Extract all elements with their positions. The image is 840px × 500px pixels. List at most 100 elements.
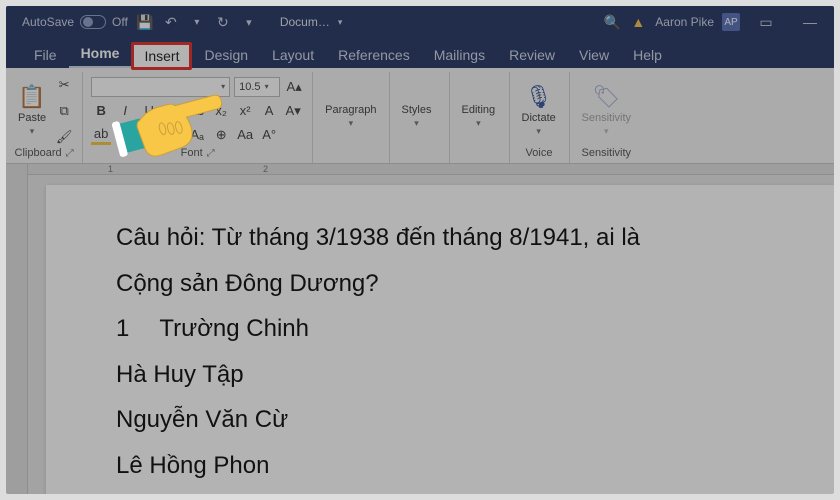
ruler-mark: 1 <box>108 164 113 174</box>
styles-button[interactable]: Styles ▾ <box>398 102 436 131</box>
document-area: 1 2 Câu hỏi: Từ tháng 3/1938 đến tháng 8… <box>6 164 834 494</box>
toggle-icon <box>80 15 106 29</box>
chevron-down-icon: ▾ <box>30 126 35 137</box>
ribbon-display-icon[interactable]: ▭ <box>748 14 784 31</box>
qat-customize-icon[interactable]: ▾ <box>240 16 258 29</box>
group-sensitivity: 🏷 Sensitivity ▾ Sensitivity <box>570 72 644 163</box>
paragraph-button[interactable]: Paragraph ▾ <box>321 102 380 131</box>
ribbon-tabs: File Home Insert Design Layout Reference… <box>6 38 834 68</box>
tab-references[interactable]: References <box>326 42 422 68</box>
paste-button[interactable]: 📋 Paste ▾ <box>14 82 50 139</box>
group-editing: Editing ▾ <box>450 72 510 163</box>
editing-label: Editing <box>462 104 496 116</box>
dialog-launcher-icon[interactable]: ⤢ <box>207 148 215 159</box>
doc-line: Nguyễn Văn Cừ <box>116 397 834 443</box>
font-size-combo[interactable]: 10.5 ▾ <box>234 77 280 97</box>
tab-layout[interactable]: Layout <box>260 42 326 68</box>
doc-line: Cộng sản Đông Dương? <box>116 261 834 307</box>
group-font: ▾ 10.5▾ A▴ B I U ▾ ab x₂ x² A A▾ <box>83 72 313 163</box>
document-name[interactable]: Docum… <box>280 15 330 29</box>
vertical-ruler[interactable] <box>6 164 28 494</box>
superscript-button[interactable]: x² <box>235 101 255 121</box>
dictate-button[interactable]: 🎙 Dictate ▾ <box>518 82 560 139</box>
tab-review[interactable]: Review <box>497 42 567 68</box>
avatar[interactable]: AP <box>722 13 740 31</box>
chevron-down-icon: ▾ <box>536 126 541 137</box>
editing-button[interactable]: Editing ▾ <box>458 102 500 131</box>
copy-icon[interactable]: ⧉ <box>54 101 74 121</box>
group-styles: Styles ▾ <box>390 72 450 163</box>
font-name-combo[interactable]: ▾ <box>91 77 230 97</box>
tag-icon: 🏷 <box>592 84 620 110</box>
paste-label: Paste <box>18 112 46 124</box>
ruler-mark: 2 <box>263 164 268 174</box>
page[interactable]: Câu hỏi: Từ tháng 3/1938 đến tháng 8/194… <box>46 185 834 494</box>
font-color-caret-icon[interactable]: ▾ <box>163 125 183 145</box>
decrease-font-icon[interactable]: A▾ <box>283 101 303 121</box>
search-icon[interactable]: 🔍 <box>603 14 621 31</box>
group-clipboard: 📋 Paste ▾ ✂ ⧉ 🖌 Clipboard ⤢ <box>6 72 83 163</box>
tab-design[interactable]: Design <box>192 42 260 68</box>
underline-button[interactable]: U <box>139 101 159 121</box>
voice-group-label: Voice <box>526 147 553 159</box>
underline-caret-icon[interactable]: ▾ <box>163 101 183 121</box>
doc-line: 1 Trường Chinh <box>116 306 834 352</box>
text-effects-icon[interactable]: A <box>259 101 279 121</box>
clipboard-icon: 📋 <box>18 84 45 110</box>
option-text: Trường Chinh <box>159 306 309 352</box>
minimize-icon[interactable]: — <box>792 14 828 30</box>
user-name[interactable]: Aaron Pike <box>655 15 714 29</box>
change-case-icon[interactable]: Aa <box>235 125 255 145</box>
tab-view[interactable]: View <box>567 42 621 68</box>
increase-font-icon[interactable]: A▴ <box>284 77 304 97</box>
subscript-button[interactable]: x₂ <box>211 101 231 121</box>
font-color-icon[interactable]: A <box>139 125 159 145</box>
sensitivity-group-label: Sensitivity <box>582 147 632 159</box>
chevron-down-icon: ▾ <box>349 118 354 129</box>
format-painter-icon[interactable]: 🖌 <box>54 127 74 147</box>
chevron-down-icon: ▾ <box>476 118 481 129</box>
chevron-down-icon: ▾ <box>604 126 609 137</box>
clear-format-icon[interactable]: Aₐ <box>187 125 207 145</box>
redo-icon[interactable]: ↻ <box>214 14 232 31</box>
tab-help[interactable]: Help <box>621 42 674 68</box>
group-voice: 🎙 Dictate ▾ Voice <box>510 72 570 163</box>
horizontal-ruler[interactable]: 1 2 <box>28 164 834 175</box>
autosave-toggle[interactable]: AutoSave Off <box>22 15 128 29</box>
highlight-color-icon[interactable]: ab <box>91 125 111 145</box>
microphone-icon: 🎙 <box>525 84 553 110</box>
strikethrough-button[interactable]: ab <box>187 101 207 121</box>
chevron-down-icon: ▾ <box>221 82 225 91</box>
highlight-caret-icon[interactable]: ▾ <box>115 125 135 145</box>
doc-line: Hà Huy Tập <box>116 352 834 398</box>
autosave-label: AutoSave <box>22 15 74 29</box>
app-window: AutoSave Off 💾 ↶ ▾ ↻ ▾ Docum… ▾ 🔍 ▲ Aaro… <box>6 6 834 494</box>
sensitivity-button: 🏷 Sensitivity ▾ <box>578 82 636 139</box>
doc-line: Câu hỏi: Từ tháng 3/1938 đến tháng 8/194… <box>116 215 834 261</box>
doc-line: Lê Hồng Phon <box>116 443 834 489</box>
tab-insert[interactable]: Insert <box>131 42 192 70</box>
undo-caret-icon[interactable]: ▾ <box>188 17 206 28</box>
font-size-value: 10.5 <box>239 81 260 93</box>
undo-icon[interactable]: ↶ <box>162 14 180 31</box>
save-icon[interactable]: 💾 <box>136 14 154 31</box>
chevron-down-icon: ▾ <box>265 82 269 91</box>
tab-home[interactable]: Home <box>69 40 132 68</box>
dictate-label: Dictate <box>522 112 556 124</box>
tab-file[interactable]: File <box>22 42 69 68</box>
docname-caret-icon[interactable]: ▾ <box>338 17 343 28</box>
clipboard-group-label: Clipboard <box>15 147 62 159</box>
cut-icon[interactable]: ✂ <box>54 75 74 95</box>
warning-icon[interactable]: ▲ <box>629 14 647 30</box>
phonetic-guide-icon[interactable]: A° <box>259 125 279 145</box>
dialog-launcher-icon[interactable]: ⤢ <box>66 148 74 159</box>
chevron-down-icon: ▾ <box>414 118 419 129</box>
tab-mailings[interactable]: Mailings <box>422 42 497 68</box>
italic-button[interactable]: I <box>115 101 135 121</box>
option-number: 1 <box>116 306 129 352</box>
enclose-char-icon[interactable]: ⊕ <box>211 125 231 145</box>
autosave-state: Off <box>112 15 128 29</box>
paragraph-label: Paragraph <box>325 104 376 116</box>
group-paragraph: Paragraph ▾ <box>313 72 389 163</box>
bold-button[interactable]: B <box>91 101 111 121</box>
